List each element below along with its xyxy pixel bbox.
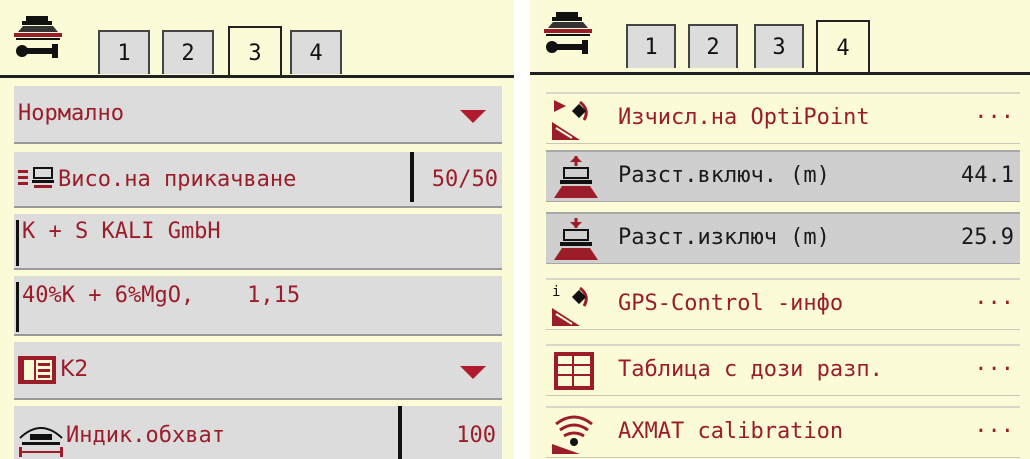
- axmat-calibration-icon: [552, 415, 593, 454]
- distance-off-icon: [554, 218, 598, 260]
- spread-table-label: Таблица с дози разп.: [618, 357, 883, 382]
- fertilizer-composition-field[interactable]: 40%K + 6%MgO, 1,15: [14, 276, 502, 336]
- optipoint-calc-label: Изчисл.на OptiPoint: [618, 105, 870, 130]
- tab-underline: [530, 72, 1030, 75]
- fertilizer-maker-field[interactable]: K + S KALI GmbH: [14, 214, 502, 270]
- value-separator: [410, 152, 414, 202]
- working-width-label: Индик.обхват: [66, 423, 225, 448]
- optipoint-calc-item[interactable]: Изчисл.на OptiPoint ···: [546, 92, 1020, 144]
- hitch-height-row[interactable]: Висо.на прикачване 50/50: [14, 152, 502, 208]
- hitch-height-icon: [18, 167, 54, 188]
- distance-off-item[interactable]: Разст.изключ (m) 25.9: [546, 212, 1020, 264]
- gps-info-item[interactable]: i GPS-Control -инфо ···: [546, 278, 1020, 330]
- chevron-down-icon: [460, 110, 486, 123]
- fertilizer-composition-value: 40%K + 6%MgO, 1,15: [22, 283, 301, 308]
- distance-on-icon: [554, 156, 598, 198]
- distance-off-label: Разст.изключ (m): [618, 225, 830, 250]
- tab-1[interactable]: 1: [98, 30, 150, 74]
- tab-2[interactable]: 2: [688, 24, 738, 68]
- distance-on-item[interactable]: Разст.включ. (m) 44.1: [546, 150, 1020, 202]
- optipoint-calc-icon: [552, 100, 588, 140]
- tab-3[interactable]: 3: [228, 26, 282, 78]
- tab-4[interactable]: 4: [816, 20, 870, 74]
- svg-text:i: i: [552, 284, 560, 300]
- working-width-value: 100: [456, 423, 496, 448]
- right-menu-panel: 1 2 3 4 Изчисл.на OptiPoint ··· Разст.вк…: [530, 0, 1030, 459]
- disc-type-value: K2: [60, 357, 89, 382]
- fertilizer-maker-value: K + S KALI GmbH: [22, 219, 221, 244]
- spread-table-item[interactable]: Таблица с дози разп. ···: [546, 344, 1020, 396]
- spreading-disc-icon: [18, 356, 56, 384]
- spread-table-icon: [554, 352, 594, 390]
- machine-settings-icon: [544, 12, 592, 54]
- gps-info-value: ···: [974, 291, 1014, 316]
- axmat-calibration-label: AXMAT calibration: [618, 419, 844, 444]
- chevron-down-icon: [460, 366, 486, 379]
- distance-off-value: 25.9: [961, 225, 1014, 250]
- mode-dropdown-value: Нормално: [18, 101, 124, 126]
- value-separator: [398, 406, 402, 459]
- left-menu-panel: 1 2 3 4 Нормално Висо.на прикачване 50/5…: [0, 0, 514, 459]
- tab-2[interactable]: 2: [162, 30, 214, 74]
- disc-type-dropdown[interactable]: K2: [14, 342, 502, 400]
- distance-on-label: Разст.включ. (m): [618, 163, 830, 188]
- text-cursor: [16, 220, 19, 266]
- right-tab-bar: 1 2 3 4: [530, 0, 1030, 80]
- tab-3[interactable]: 3: [754, 24, 804, 68]
- gps-info-icon: i: [552, 284, 588, 326]
- optipoint-calc-value: ···: [974, 105, 1014, 130]
- working-width-icon: [19, 427, 63, 457]
- tab-1[interactable]: 1: [626, 24, 676, 68]
- text-cursor: [16, 282, 19, 332]
- working-width-row[interactable]: Индик.обхват 100: [14, 406, 502, 459]
- tab-4[interactable]: 4: [290, 30, 342, 74]
- machine-settings-icon: [14, 16, 62, 58]
- distance-on-value: 44.1: [961, 163, 1014, 188]
- gps-info-label: GPS-Control -инфо: [618, 291, 844, 316]
- hitch-height-value: 50/50: [431, 167, 498, 192]
- spread-table-value: ···: [974, 357, 1014, 382]
- axmat-calibration-value: ···: [974, 419, 1014, 444]
- left-tab-bar: 1 2 3 4: [0, 0, 514, 80]
- axmat-calibration-item[interactable]: AXMAT calibration ···: [546, 406, 1020, 458]
- mode-dropdown[interactable]: Нормално: [14, 86, 502, 144]
- tab-underline: [0, 75, 514, 78]
- hitch-height-label: Висо.на прикачване: [58, 167, 297, 192]
